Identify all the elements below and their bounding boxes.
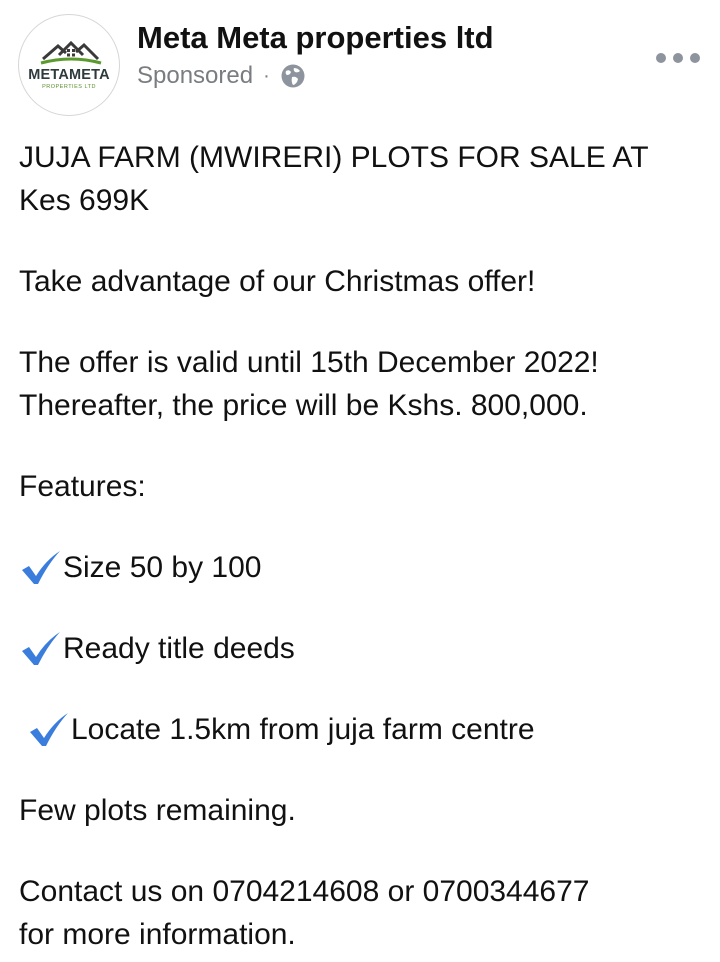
- page-name-link[interactable]: Meta Meta properties ltd: [137, 20, 494, 56]
- sponsored-post: METAMETA PROPERTIES LTD Meta Meta proper…: [0, 0, 720, 962]
- headline-line-1: JUJA FARM (MWIRERI) PLOTS FOR SALE AT: [19, 141, 649, 174]
- page-avatar[interactable]: METAMETA PROPERTIES LTD: [18, 14, 120, 116]
- feature-item: Ready title deeds: [19, 627, 709, 670]
- check-mark-icon: [19, 629, 63, 669]
- headline-line-2: Kes 699K: [19, 184, 150, 217]
- feature-text: Locate 1.5km from juja farm centre: [71, 713, 535, 746]
- contact-line-2: for more information.: [19, 918, 296, 951]
- validity-line-2: Thereafter, the price will be Kshs. 800,…: [19, 389, 588, 422]
- feature-item: Size 50 by 100: [19, 546, 709, 589]
- logo-text: METAMETA: [28, 67, 110, 83]
- validity-line-1: The offer is valid until 15th December 2…: [19, 346, 599, 379]
- post-meta: Sponsored ·: [137, 61, 306, 91]
- globe-icon[interactable]: [280, 63, 306, 89]
- features-heading: Features:: [19, 470, 146, 503]
- sponsored-label[interactable]: Sponsored: [137, 62, 253, 90]
- feature-item: Locate 1.5km from juja farm centre: [19, 708, 709, 751]
- logo-subtext: PROPERTIES LTD: [42, 84, 96, 90]
- house-logo-icon: [40, 40, 102, 65]
- check-mark-icon: [19, 548, 63, 588]
- post-header: METAMETA PROPERTIES LTD Meta Meta proper…: [0, 0, 720, 130]
- post-body: JUJA FARM (MWIRERI) PLOTS FOR SALE AT Ke…: [19, 136, 709, 956]
- remaining-text: Few plots remaining.: [19, 794, 296, 827]
- feature-text: Size 50 by 100: [63, 551, 262, 584]
- check-mark-icon: [27, 710, 71, 750]
- offer-text: Take advantage of our Christmas offer!: [19, 265, 536, 298]
- contact-line-1: Contact us on 0704214608 or 0700344677: [19, 875, 590, 908]
- meta-separator: ·: [263, 64, 270, 87]
- more-options-icon[interactable]: [656, 46, 700, 70]
- feature-text: Ready title deeds: [63, 632, 295, 665]
